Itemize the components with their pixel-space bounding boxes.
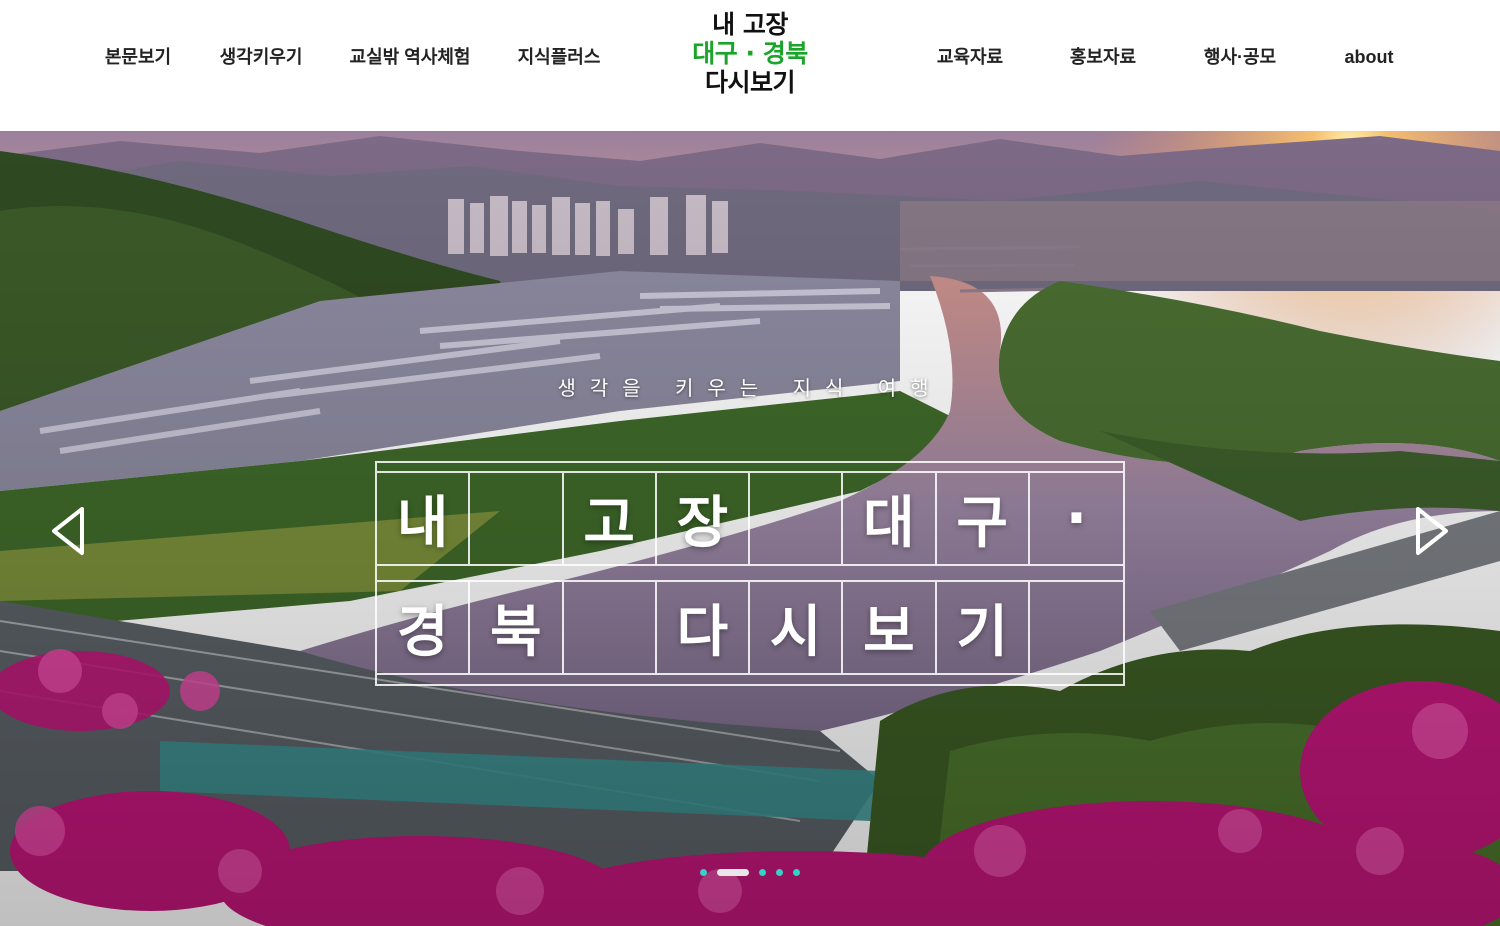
hero-tagline: 생각을 키우는 지식 여행 — [557, 376, 943, 400]
nav-item-about[interactable]: about — [1345, 45, 1394, 69]
title-grid-cell: · — [1065, 486, 1088, 551]
slider-dot[interactable] — [759, 868, 766, 876]
slider-prev-button[interactable] — [48, 503, 88, 559]
title-grid-cell: 장 — [657, 473, 750, 564]
nav-item-main-view[interactable]: 본문보기 — [105, 45, 171, 69]
logo-line-2: 대구 · 경북 — [692, 39, 808, 68]
title-grid-cell: 시 — [750, 582, 844, 673]
title-grid-cell: 고 — [564, 473, 657, 564]
title-grid-row: 경 북 다 시 보 기 — [377, 580, 1123, 675]
logo-line-1: 내 고장 — [712, 10, 788, 39]
slider-dot[interactable] — [700, 868, 707, 876]
slider-dot[interactable] — [793, 868, 800, 876]
logo-line-3: 다시보기 — [704, 68, 796, 97]
title-grid-cell — [1030, 582, 1123, 673]
chevron-right-icon — [1416, 507, 1448, 555]
slider-dot[interactable] — [717, 868, 749, 876]
title-grid-row: 내 고 장 대 구 · — [377, 471, 1123, 566]
hero-slider: 생각을 키우는 지식 여행 내 고 장 대 구 · 경 북 다 시 보 기 — [0, 131, 1500, 926]
title-grid-cell: 기 — [937, 582, 1030, 673]
nav-item-knowledge-plus[interactable]: 지식플러스 — [518, 45, 601, 69]
nav-item-events[interactable]: 행사·공모 — [1204, 45, 1276, 69]
title-grid-cell — [564, 582, 657, 673]
title-grid-cell: 구 — [937, 473, 1030, 564]
nav-item-education-materials[interactable]: 교육자료 — [937, 45, 1003, 69]
slider-dot[interactable] — [776, 868, 783, 876]
title-grid-cell: 다 — [657, 582, 750, 673]
site-header: 본문보기 생각키우기 교실밖 역사체험 지식플러스 내 고장 대구 · 경북 다… — [0, 0, 1500, 131]
slider-next-button[interactable] — [1412, 503, 1452, 559]
hero-title-grid: 내 고 장 대 구 · 경 북 다 시 보 기 — [375, 461, 1125, 686]
title-grid-cell: 대 — [843, 473, 937, 564]
chevron-left-icon — [52, 507, 84, 555]
nav-item-history-experience[interactable]: 교실밖 역사체험 — [350, 45, 471, 69]
title-grid-cell — [750, 473, 844, 564]
nav-item-thinking[interactable]: 생각키우기 — [220, 45, 303, 69]
slider-pagination — [0, 866, 1500, 878]
title-grid-cell: 경 — [377, 582, 471, 673]
title-grid-cell: 북 — [470, 582, 564, 673]
title-grid-cell: 보 — [843, 582, 937, 673]
nav-item-promotion-materials[interactable]: 홍보자료 — [1070, 45, 1136, 69]
title-grid-cell — [470, 473, 564, 564]
title-grid-cell: 내 — [377, 473, 471, 564]
site-logo[interactable]: 내 고장 대구 · 경북 다시보기 — [690, 10, 810, 102]
